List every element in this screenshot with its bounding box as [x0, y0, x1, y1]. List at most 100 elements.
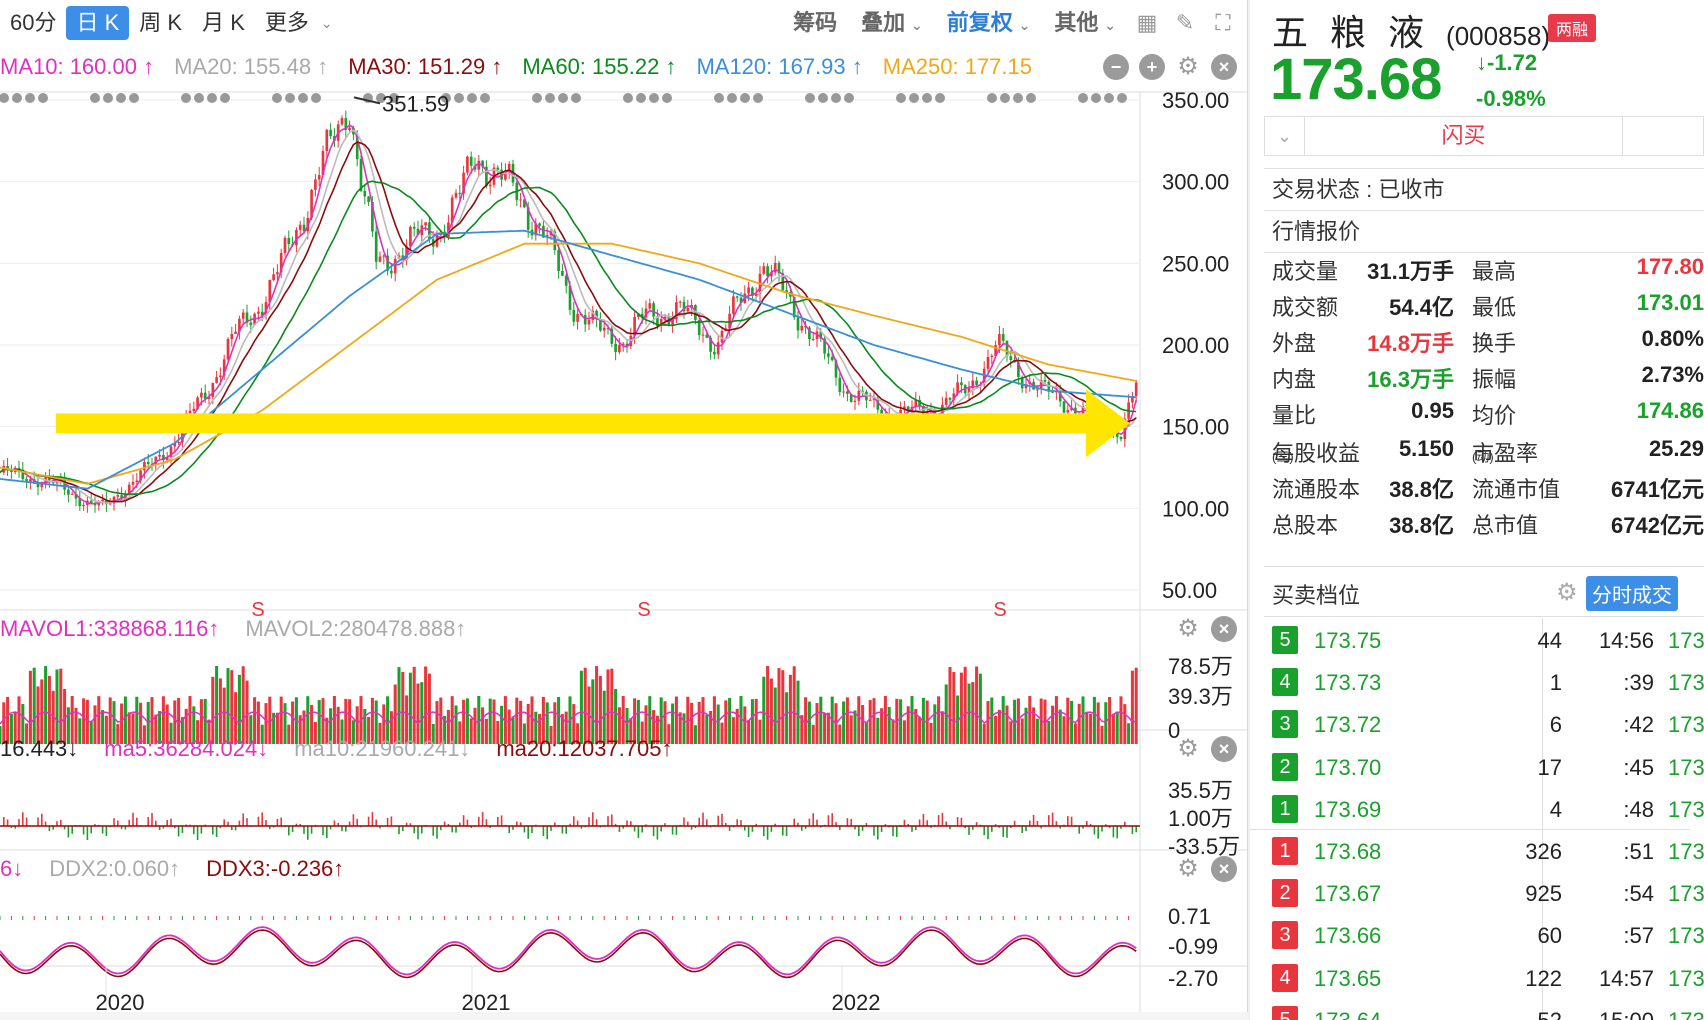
- candle-body: [948, 397, 952, 400]
- grid-icon[interactable]: ▦: [1130, 6, 1164, 40]
- tick-trades-button[interactable]: 分时成交: [1586, 576, 1678, 611]
- volume-bar: [1047, 721, 1051, 744]
- ask-row[interactable]: 4 173.73 1:39 173: [1272, 662, 1704, 704]
- ma-sub-legend: 16.443↓ ma5:36284.024↓ ma10:21960.241↓ ma20…: [0, 736, 672, 762]
- candle-body: [944, 397, 948, 405]
- candle-body: [701, 334, 705, 336]
- toolbar-menu-0[interactable]: 筹码: [783, 6, 847, 40]
- volume-bar: [773, 687, 777, 744]
- tick-time: :42: [1623, 712, 1654, 738]
- zoom-out-icon[interactable]: −: [1103, 54, 1129, 80]
- level-badge: 5: [1272, 1005, 1298, 1020]
- toolbar-menu-1[interactable]: 叠加 ⌄: [851, 6, 933, 40]
- candle-body: [424, 222, 427, 226]
- candle-body: [116, 495, 120, 497]
- toolbar-menu-label: 筹码: [793, 10, 838, 35]
- quote-row: 成交量 31.1万手 最高 177.80: [1272, 254, 1704, 287]
- close-icon[interactable]: ×: [1211, 54, 1237, 80]
- legend-item: ma20:12037.705↑: [496, 736, 673, 761]
- candle-body: [716, 342, 720, 355]
- quote-l1: 成交额: [1272, 295, 1339, 320]
- margin-badge[interactable]: 两融: [1548, 14, 1597, 42]
- bid-row[interactable]: 4 173.65 122 14:57 173: [1272, 958, 1704, 1000]
- fullscreen-icon[interactable]: ⛶: [1206, 6, 1240, 40]
- close-icon[interactable]: ×: [1211, 616, 1237, 642]
- gear-icon[interactable]: ⚙: [1175, 616, 1201, 642]
- quote-v2: 2.73%: [1641, 362, 1704, 387]
- tick-time: 14:57: [1598, 965, 1654, 991]
- volume-bar: [804, 697, 808, 744]
- close-icon[interactable]: ×: [1211, 856, 1237, 882]
- tick-price: 173: [1668, 712, 1704, 738]
- candle-body: [652, 303, 655, 317]
- volume-bar: [397, 667, 401, 744]
- tab-3[interactable]: 月 K: [192, 6, 255, 40]
- volume-bar: [887, 706, 891, 744]
- volume-bar: [880, 708, 884, 744]
- volume-bar: [595, 666, 599, 744]
- tab-4[interactable]: 更多: [255, 6, 319, 40]
- tick-price: 173: [1668, 923, 1704, 949]
- tick-price: 173: [1668, 839, 1704, 864]
- tab-1[interactable]: 日 K: [66, 6, 130, 40]
- legend-item: MA20: 155.48 ↑: [174, 54, 329, 79]
- chevron-down-icon[interactable]: ⌄: [321, 15, 333, 32]
- gear-icon[interactable]: ⚙: [1175, 736, 1201, 762]
- toolbar-menu-2[interactable]: 前复权 ⌄: [937, 6, 1041, 40]
- toolbar-menu-3[interactable]: 其他 ⌄: [1044, 6, 1126, 40]
- close-icon[interactable]: ×: [1211, 736, 1237, 762]
- bid-row[interactable]: 3 173.66 60:57 173: [1272, 915, 1704, 957]
- volume-bar: [1062, 716, 1066, 744]
- bid-row[interactable]: 5 173.64 52 15:00 173: [1272, 1000, 1704, 1020]
- tab-0[interactable]: 60分: [0, 6, 66, 40]
- volume-bar: [857, 696, 861, 744]
- price-axis-label: 250.00: [1162, 251, 1229, 276]
- volume-bar: [807, 701, 811, 744]
- chevron-down-icon[interactable]: ⌄: [1265, 117, 1305, 155]
- ask-row[interactable]: 1 173.69 4:48 173: [1272, 789, 1704, 831]
- gear-icon[interactable]: ⚙: [1175, 856, 1201, 882]
- pen-icon[interactable]: ✎: [1168, 6, 1202, 40]
- toolbar-menu-label: 其他: [1054, 10, 1099, 35]
- level-badge: 2: [1272, 879, 1298, 908]
- candle-body: [257, 311, 260, 314]
- quote-v2: 0.80%: [1641, 326, 1704, 351]
- chart-pane[interactable]: 350.00 300.00 250.00 200.00 150.00 100.00 50.0…: [0, 0, 1248, 1020]
- level-price: 173.65: [1314, 965, 1382, 991]
- tick-price: 173: [1668, 965, 1704, 991]
- candle-body: [538, 223, 541, 226]
- price-change-pct: -0.98%: [1476, 86, 1546, 111]
- volume-bar: [990, 697, 994, 744]
- tick-price: 173: [1668, 628, 1704, 653]
- candle-body: [732, 296, 735, 314]
- candle-body: [329, 129, 332, 137]
- volume-bar: [598, 675, 602, 744]
- bid-row[interactable]: 2 173.67 925:54 173: [1272, 873, 1704, 915]
- candle-body: [146, 461, 150, 464]
- gear-icon[interactable]: ⚙: [1556, 578, 1578, 607]
- zoom-in-icon[interactable]: +: [1139, 54, 1165, 80]
- candle-body: [67, 489, 70, 495]
- gear-icon[interactable]: ⚙: [1175, 54, 1201, 80]
- ask-row[interactable]: 2 173.70 17:45 173: [1272, 747, 1704, 789]
- volume-bar: [937, 696, 941, 744]
- quote-l1: 内盘: [1272, 367, 1317, 392]
- ddx-legend: 6↓ DDX2:0.060↑ DDX3:-0.236↑: [0, 856, 344, 882]
- quote-l1: 外盘: [1272, 331, 1317, 356]
- candle-body: [359, 159, 363, 191]
- candle-body: [800, 326, 804, 331]
- ask-row[interactable]: 5 173.75 44 14:56 173: [1272, 620, 1704, 662]
- quote-v2: 25.29: [1648, 436, 1704, 461]
- volume-bar: [218, 678, 222, 744]
- ask-row[interactable]: 3 173.72 6:42 173: [1272, 704, 1704, 746]
- tab-2[interactable]: 周 K: [129, 6, 192, 40]
- candle-body: [975, 380, 978, 385]
- peak-label: 351.59: [382, 91, 449, 116]
- volume-bar: [743, 706, 747, 744]
- candle-body: [340, 118, 344, 125]
- bid-row[interactable]: 1 173.68 326:51 173: [1272, 831, 1704, 873]
- volume-bar: [682, 713, 686, 744]
- flash-buy-button[interactable]: 闪买: [1305, 117, 1623, 155]
- candle-body: [735, 296, 739, 298]
- volume-bar: [230, 670, 234, 744]
